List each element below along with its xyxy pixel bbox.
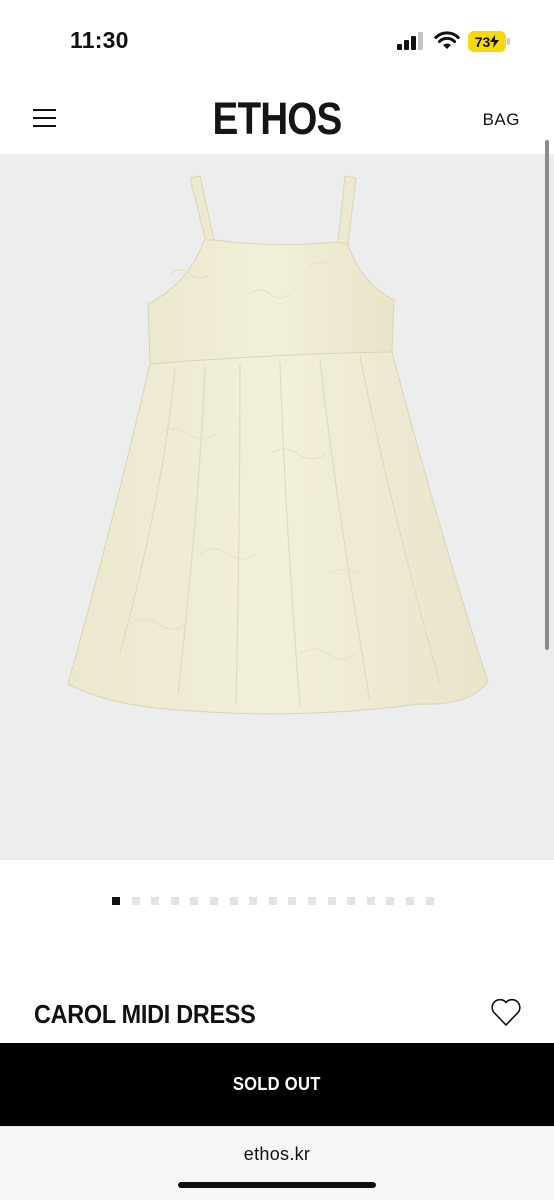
browser-url-bar[interactable]: ethos.kr — [0, 1126, 554, 1200]
product-image[interactable] — [0, 154, 554, 860]
wifi-icon — [434, 31, 460, 49]
battery-level: 73 — [474, 33, 491, 50]
scroll-indicator[interactable] — [545, 140, 549, 650]
dress-product-image — [67, 175, 489, 715]
status-bar: 11:30 73 — [0, 0, 554, 80]
carousel-dot[interactable] — [327, 897, 336, 905]
carousel-dot[interactable] — [288, 897, 297, 905]
battery-charging-icon: 73 — [468, 31, 510, 52]
cellular-signal-icon — [397, 32, 423, 50]
sold-out-label: SOLD OUT — [233, 1074, 321, 1094]
carousel-dot[interactable] — [190, 897, 199, 905]
carousel-dot[interactable] — [229, 897, 238, 905]
carousel-dot[interactable] — [112, 897, 120, 905]
carousel-dot[interactable] — [131, 897, 140, 905]
carousel-dot[interactable] — [405, 897, 414, 905]
carousel-dot[interactable] — [268, 897, 277, 905]
charging-bolt-icon — [490, 35, 500, 48]
url-text[interactable]: ethos.kr — [0, 1144, 554, 1165]
image-carousel-dots[interactable] — [112, 897, 434, 905]
carousel-dot[interactable] — [209, 897, 218, 905]
carousel-dot[interactable] — [386, 897, 395, 905]
carousel-dot[interactable] — [307, 897, 316, 905]
home-indicator[interactable] — [178, 1182, 376, 1188]
carousel-dot[interactable] — [347, 897, 356, 905]
status-time: 11:30 — [70, 27, 129, 53]
carousel-dot[interactable] — [151, 897, 160, 905]
carousel-dot[interactable] — [249, 897, 258, 905]
carousel-dot[interactable] — [366, 897, 375, 905]
carousel-dot[interactable] — [425, 897, 434, 905]
bag-link[interactable]: BAG — [483, 110, 520, 130]
site-logo[interactable]: ETHOS — [39, 93, 515, 145]
carousel-dot[interactable] — [170, 897, 179, 905]
heart-icon[interactable] — [490, 997, 522, 1027]
sold-out-button[interactable]: SOLD OUT — [0, 1043, 554, 1126]
product-title: CAROL MIDI DRESS — [34, 999, 256, 1029]
